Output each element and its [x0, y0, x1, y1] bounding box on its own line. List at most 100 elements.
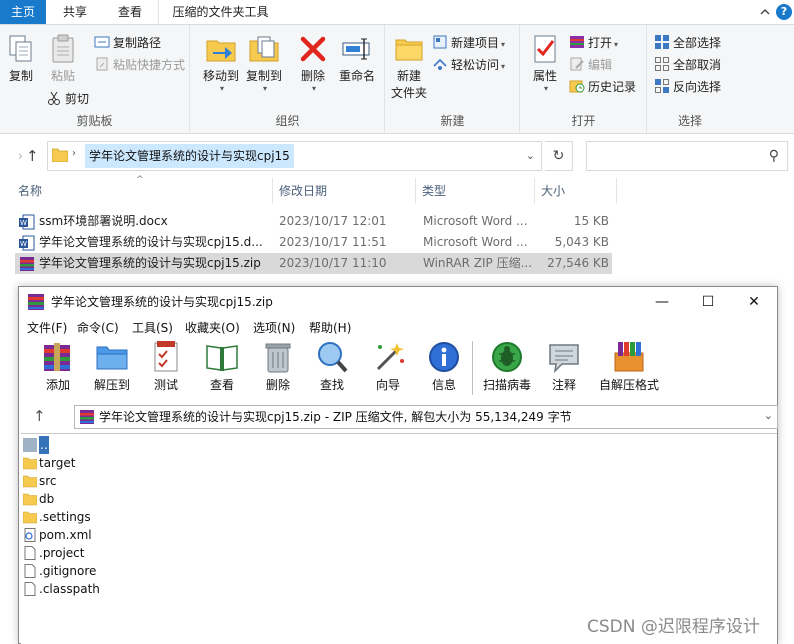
select-none-button[interactable]: 全部取消: [654, 55, 721, 75]
edit-button[interactable]: 编辑: [569, 55, 612, 75]
file-type: Microsoft Word ...: [423, 235, 528, 249]
invert-selection-button[interactable]: 反向选择: [654, 77, 721, 97]
svg-text:W: W: [20, 219, 27, 227]
new-folder-label-line2: 文件夹: [390, 86, 427, 100]
find-button[interactable]: 查找: [311, 339, 353, 393]
rename-button[interactable]: 重命名: [335, 33, 379, 84]
tab-share[interactable]: 共享: [50, 0, 100, 24]
open-button[interactable]: 打开 ▾: [569, 33, 618, 53]
new-item-icon: [433, 35, 447, 49]
menu-options[interactable]: 选项(N): [253, 317, 295, 339]
add-archive-icon: [44, 343, 70, 371]
column-name[interactable]: 名称: [14, 178, 273, 204]
file-name: 学年论文管理系统的设计与实现cpj15.zip: [39, 256, 261, 270]
edit-icon: [570, 57, 584, 71]
open-dropdown-icon: ▾: [614, 40, 619, 49]
paste-shortcut-button[interactable]: 粘贴快捷方式: [94, 55, 185, 75]
entry-name: .classpath: [39, 582, 100, 596]
tab-view[interactable]: 查看: [104, 0, 156, 24]
add-button[interactable]: 添加: [37, 339, 79, 393]
menu-commands[interactable]: 命令(C): [77, 317, 119, 339]
refresh-icon[interactable]: ↻: [545, 141, 573, 171]
delete-button[interactable]: 删除 ▾: [295, 33, 331, 93]
file-name: 学年论文管理系统的设计与实现cpj15.d...: [39, 235, 263, 249]
tab-compressed-folder-tools[interactable]: 压缩的文件夹工具: [158, 0, 282, 24]
address-dropdown-icon[interactable]: ⌄: [526, 149, 535, 162]
test-button[interactable]: 测试: [145, 339, 187, 393]
sfx-button[interactable]: 自解压格式: [593, 339, 665, 393]
winrar-zip-icon: [80, 410, 94, 424]
address-path[interactable]: 学年论文管理系统的设计与实现cpj15: [85, 144, 294, 168]
new-item-button[interactable]: 新建项目 ▾: [432, 33, 505, 53]
rar-delete-button[interactable]: 删除: [257, 339, 299, 393]
search-icon[interactable]: ⚲: [769, 148, 779, 164]
scan-virus-button[interactable]: 扫描病毒: [481, 339, 533, 393]
copy-button[interactable]: 复制: [2, 33, 40, 84]
find-label: 查找: [319, 378, 344, 392]
copy-path-button[interactable]: 复制路径: [94, 33, 161, 53]
column-type[interactable]: 类型: [418, 178, 535, 204]
word-doc-icon: W: [19, 214, 35, 230]
easy-access-icon: [433, 58, 447, 70]
easy-access-button[interactable]: 轻松访问 ▾: [432, 55, 505, 75]
folder-icon: [23, 457, 37, 470]
up-one-level-icon[interactable]: ↑: [33, 407, 46, 425]
maximize-icon[interactable]: ☐: [685, 287, 731, 317]
file-row[interactable]: W 学年论文管理系统的设计与实现cpj15.d... 2023/10/17 11…: [15, 232, 612, 253]
file-name: ssm环境部署说明.docx: [39, 214, 168, 228]
menu-favorites[interactable]: 收藏夹(O): [185, 317, 240, 339]
move-to-label: 移动到: [202, 69, 239, 83]
column-date[interactable]: 修改日期: [275, 178, 416, 204]
copy-icon: [9, 35, 32, 62]
move-to-button[interactable]: 移动到 ▾: [201, 33, 241, 93]
paste-button[interactable]: 粘贴: [44, 33, 82, 84]
extract-folder-icon: [96, 346, 128, 370]
easy-access-label: 轻松访问: [451, 58, 500, 72]
rename-label: 重命名: [338, 69, 375, 83]
view-button[interactable]: 查看: [201, 339, 243, 393]
extract-to-button[interactable]: 解压到: [89, 339, 135, 393]
open-group: 属性 ▾ 打开 ▾ 编辑 历史记录 打开: [521, 25, 647, 133]
path-dropdown-icon[interactable]: ⌄: [764, 409, 773, 422]
copy-to-button[interactable]: 复制到 ▾: [243, 33, 285, 93]
info-button[interactable]: 信息: [423, 339, 465, 393]
invert-selection-icon: [655, 79, 669, 93]
winrar-path-row: ↑ 学年论文管理系统的设计与实现cpj15.zip - ZIP 压缩文件, 解包…: [19, 403, 778, 431]
breadcrumb-separator-icon[interactable]: ›: [72, 148, 76, 159]
column-size[interactable]: 大小: [537, 178, 617, 204]
entry-name: .settings: [39, 510, 91, 524]
menu-tools[interactable]: 工具(S): [132, 317, 173, 339]
file-row-selected[interactable]: 学年论文管理系统的设计与实现cpj15.zip 2023/10/17 11:10…: [15, 253, 612, 274]
menu-help[interactable]: 帮助(H): [309, 317, 351, 339]
history-button[interactable]: 历史记录: [569, 77, 636, 97]
open-group-label: 打开: [571, 114, 596, 128]
move-to-icon: [206, 40, 236, 62]
comment-button[interactable]: 注释: [543, 339, 585, 393]
help-icon[interactable]: ?: [776, 4, 792, 20]
wizard-button[interactable]: 向导: [367, 339, 409, 393]
new-folder-button[interactable]: 新建 文件夹: [388, 33, 430, 101]
organize-group-label: 组织: [275, 114, 300, 128]
file-row[interactable]: W ssm环境部署说明.docx 2023/10/17 12:01 Micros…: [15, 211, 612, 232]
select-all-button[interactable]: 全部选择: [654, 33, 721, 53]
sfx-label: 自解压格式: [598, 378, 659, 392]
address-bar[interactable]: › 学年论文管理系统的设计与实现cpj15 ⌄: [47, 141, 542, 171]
properties-button[interactable]: 属性 ▾: [525, 33, 565, 93]
magic-wand-icon: [376, 343, 404, 371]
close-icon[interactable]: ✕: [731, 287, 777, 317]
select-group-label: 选择: [677, 114, 702, 128]
minimize-icon[interactable]: —: [639, 287, 685, 317]
tab-home[interactable]: 主页: [0, 0, 46, 24]
delete-x-icon: [300, 36, 326, 62]
up-arrow-icon[interactable]: ↑: [26, 147, 42, 165]
cut-button[interactable]: 剪切: [46, 89, 89, 109]
winrar-title-bar[interactable]: 学年论文管理系统的设计与实现cpj15.zip — ☐ ✕: [19, 287, 777, 317]
select-group: 全部选择 全部取消 反向选择 选择: [648, 25, 732, 133]
search-input[interactable]: ⚲: [586, 141, 788, 171]
file-type: Microsoft Word ...: [423, 214, 528, 228]
archive-path-combobox[interactable]: 学年论文管理系统的设计与实现cpj15.zip - ZIP 压缩文件, 解包大小…: [74, 405, 778, 429]
menu-file[interactable]: 文件(F): [27, 317, 67, 339]
xml-file-icon: [24, 528, 36, 542]
collapse-ribbon-chevron-icon[interactable]: [758, 5, 772, 19]
file-date: 2023/10/17 12:01: [279, 214, 387, 228]
